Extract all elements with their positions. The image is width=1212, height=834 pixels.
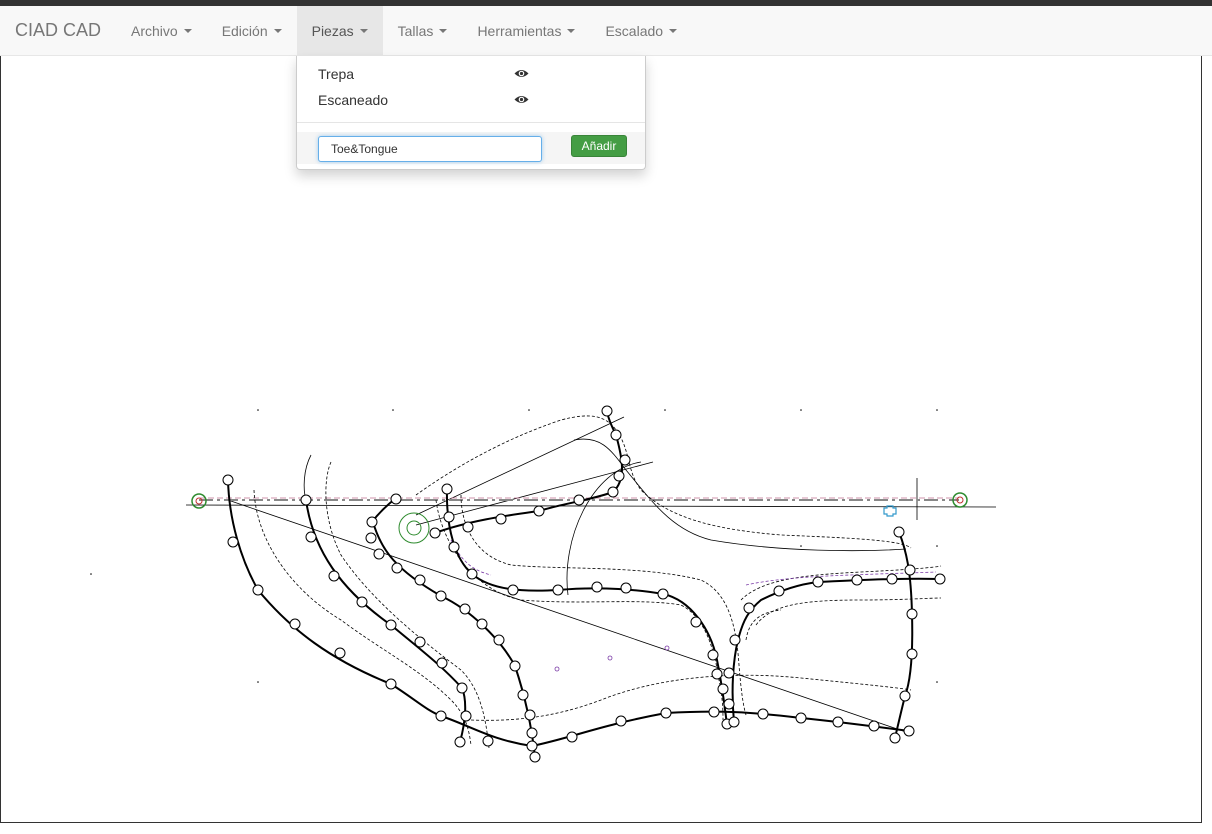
main-menu: Archivo Edición Piezas Tallas Herramient… [116,6,692,56]
piezas-dropdown: Trepa Escaneado Añadir [296,56,646,170]
caret-down-icon [183,29,192,33]
menu-herramientas[interactable]: Herramientas [462,6,590,56]
caret-down-icon [273,29,282,33]
navbar: CIAD CAD Archivo Edición Piezas Tallas H… [0,6,1212,56]
add-piece-form: Añadir [297,132,645,164]
menu-escalado-label: Escalado [605,23,664,39]
menu-tallas-label: Tallas [397,23,434,39]
cad-canvas[interactable] [0,56,1202,823]
blue-cursor-marker[interactable] [883,505,897,517]
add-piece-button[interactable]: Añadir [571,135,627,157]
piece-item-label: Escaneado [318,92,389,108]
reference-lines [185,416,997,733]
pattern-drawing[interactable] [1,56,1201,823]
menu-edicion[interactable]: Edición [207,6,297,56]
menu-piezas[interactable]: Piezas [296,6,383,56]
menu-archivo[interactable]: Archivo [116,6,207,56]
piece-item-escaneado[interactable]: Escaneado [297,88,645,114]
piece-item-trepa[interactable]: Trepa [297,62,645,88]
dropdown-divider [297,122,645,123]
caret-down-icon [359,29,368,33]
purple-markers [554,645,670,672]
menu-tallas[interactable]: Tallas [383,6,463,56]
caret-down-icon [567,29,576,33]
new-piece-name-input[interactable] [318,136,542,162]
scattered-dots [90,409,938,683]
menu-escalado[interactable]: Escalado [590,6,692,56]
piece-item-label: Trepa [318,66,355,82]
pattern-outline [227,410,941,758]
caret-down-icon [439,29,448,33]
eye-icon[interactable] [514,68,529,79]
menu-piezas-label: Piezas [311,23,354,39]
menu-herramientas-label: Herramientas [477,23,562,39]
caret-down-icon [669,29,678,33]
menu-edicion-label: Edición [221,23,268,39]
menu-archivo-label: Archivo [131,23,178,39]
eye-icon[interactable] [514,94,529,105]
app-brand[interactable]: CIAD CAD [15,20,101,41]
